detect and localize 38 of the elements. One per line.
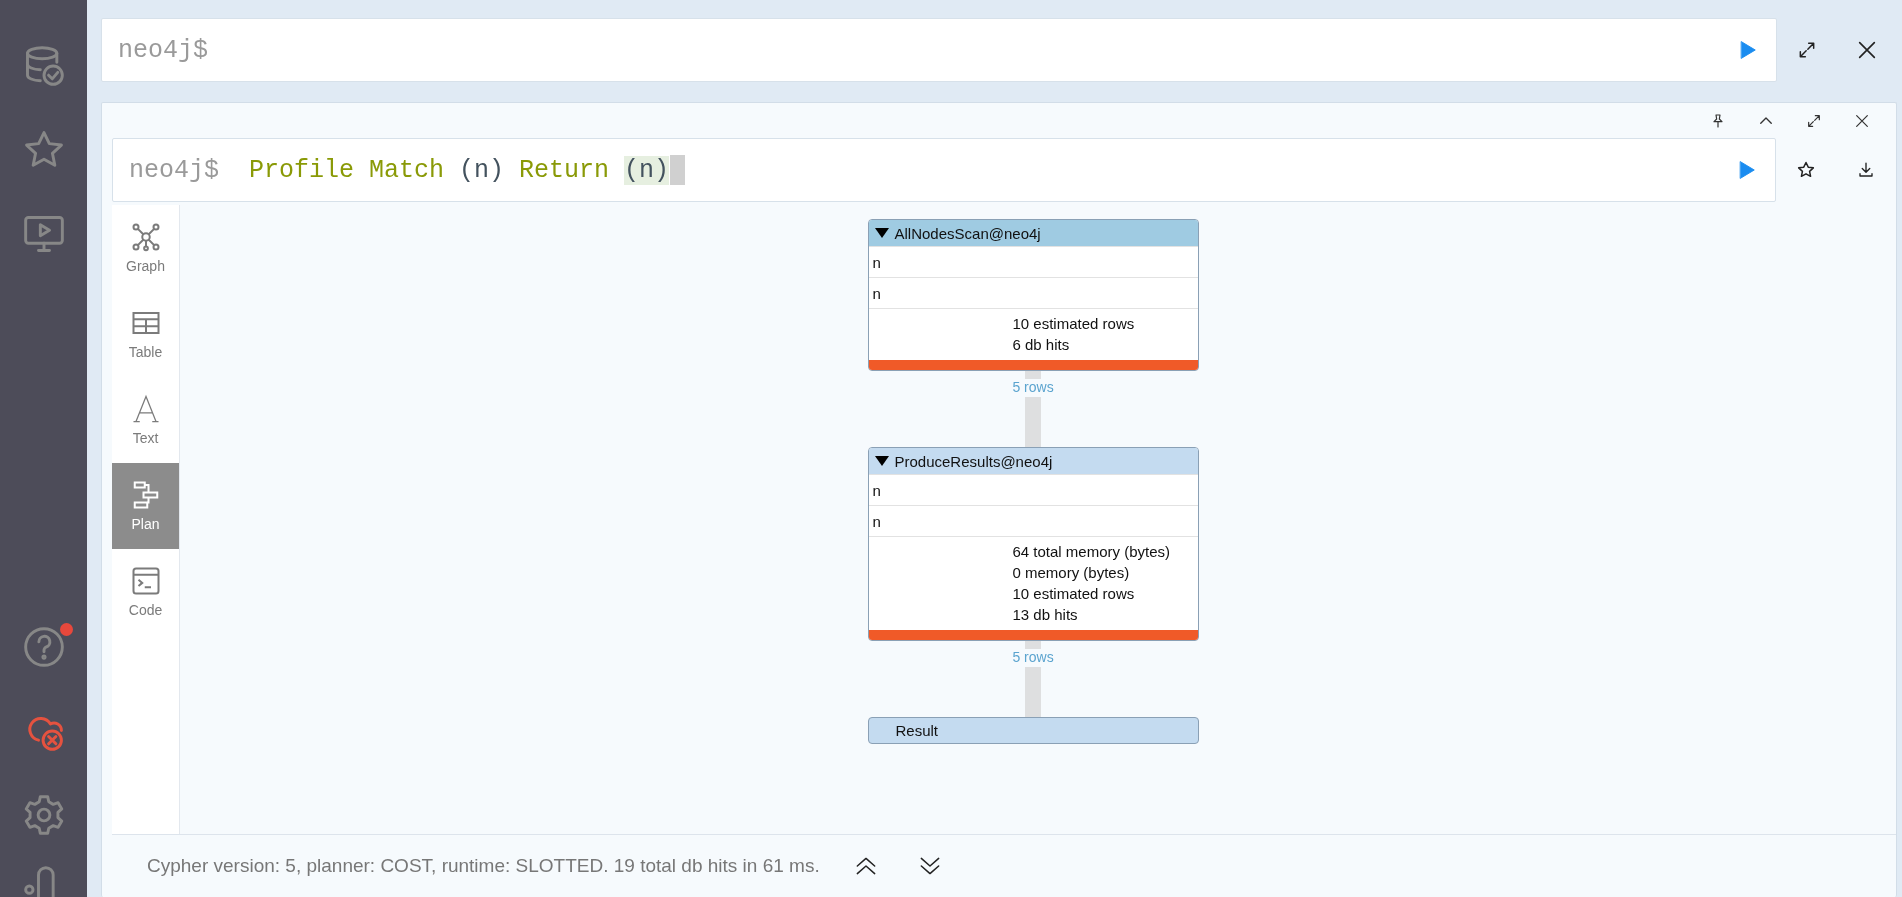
query-token: (n) xyxy=(459,155,505,185)
close-icon[interactable] xyxy=(1856,39,1878,61)
operator-stat: 10 estimated rows xyxy=(1012,314,1136,334)
operator-node[interactable]: AllNodesScan@neo4j n n 10 estimated rows 6 db hits xyxy=(867,219,1199,371)
operator-detail: n xyxy=(872,253,881,271)
operator-stat: 64 total memory (bytes) xyxy=(1012,542,1172,562)
result-node[interactable]: Result xyxy=(867,717,1199,744)
expand-icon[interactable] xyxy=(1797,40,1817,60)
operator-stat: 6 db hits xyxy=(1012,335,1071,355)
download-icon[interactable] xyxy=(1857,161,1875,179)
view-tab[interactable]: Plan xyxy=(112,463,179,549)
operator-stat: 0 memory (bytes) xyxy=(1012,563,1131,583)
operator-title: AllNodesScan@neo4j xyxy=(894,224,1041,242)
triangle-down-icon[interactable] xyxy=(874,456,889,466)
triangle-down-icon[interactable] xyxy=(874,228,889,238)
query-token: Profile Match xyxy=(249,155,445,185)
operator-detail: n xyxy=(872,512,881,530)
operator-stat: 10 estimated rows xyxy=(1012,584,1136,604)
query-input[interactable]: neo4j$ xyxy=(101,18,1777,82)
plan-summary: Cypher version: 5, planner: COST, runtime: SLOTTED. 19 total db hits in 61 ms. xyxy=(147,855,820,877)
graph-icon xyxy=(130,222,161,252)
operator-detail: n xyxy=(872,284,881,302)
operator-detail: n xyxy=(872,481,881,499)
terminal-icon xyxy=(130,566,161,596)
pin-icon[interactable] xyxy=(1710,113,1726,129)
prompt-label: neo4j$ xyxy=(128,155,219,185)
prompt-label: neo4j$ xyxy=(117,35,208,65)
operator-title: ProduceResults@neo4j xyxy=(894,452,1053,470)
row-count-label: 5 rows xyxy=(1010,379,1056,397)
query-token: (n) xyxy=(624,155,670,185)
star-icon[interactable] xyxy=(1796,160,1816,180)
row-count-label: 5 rows xyxy=(1010,649,1056,667)
query-token: Return xyxy=(519,155,610,185)
operator-stat: 13 db hits xyxy=(1012,605,1079,625)
expand-icon[interactable] xyxy=(1806,113,1822,129)
query-editor[interactable]: neo4j$ Profile Match (n) Return (n) xyxy=(112,138,1776,202)
close-icon[interactable] xyxy=(1854,113,1870,129)
operator-node[interactable]: ProduceResults@neo4j n n 64 total memory (bytes) 0 memory (bytes) 10 estimated rows 13 db hits xyxy=(867,447,1199,641)
